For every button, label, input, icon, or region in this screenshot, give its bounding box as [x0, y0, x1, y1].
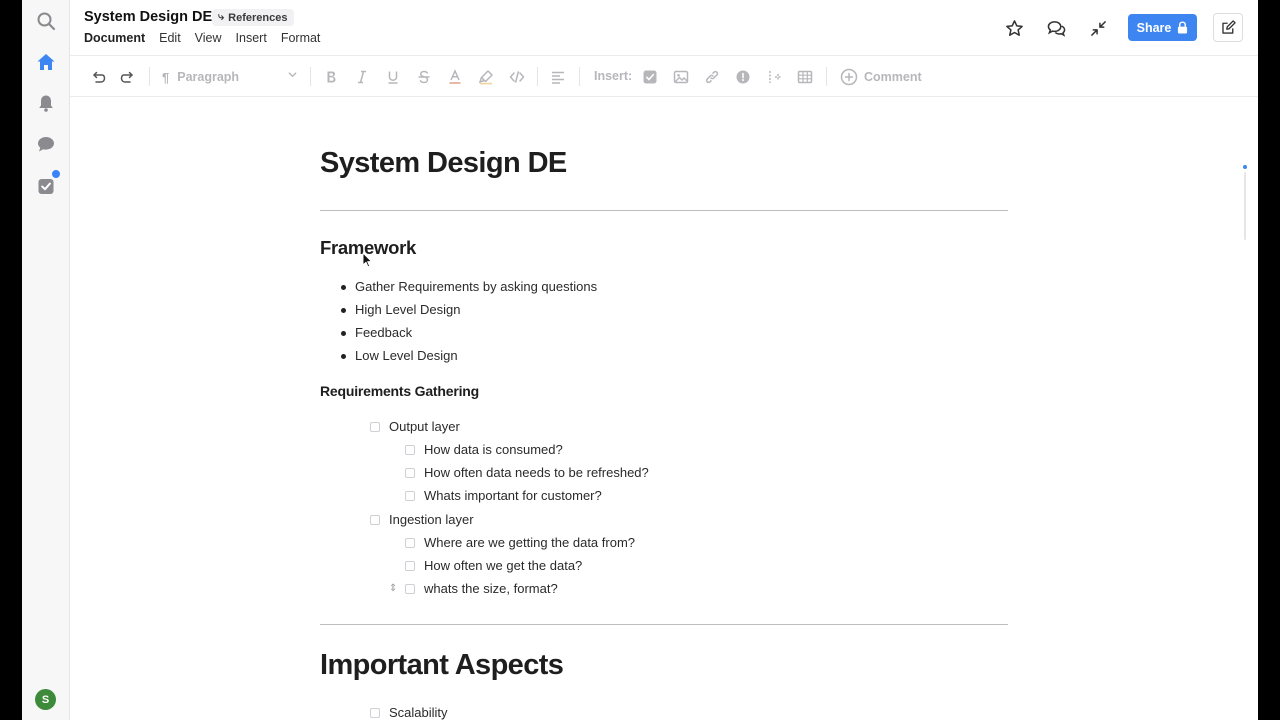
menu-edit[interactable]: Edit — [159, 31, 181, 45]
checklist-icon[interactable] — [640, 67, 660, 87]
task-checkbox[interactable] — [405, 467, 415, 478]
task-label: Where are we getting the data from? — [424, 535, 636, 550]
highlight-icon[interactable] — [476, 67, 496, 87]
table-icon[interactable] — [795, 67, 815, 87]
task-item[interactable]: Scalability — [370, 705, 448, 720]
code-icon[interactable] — [507, 67, 527, 87]
paragraph-style-select[interactable]: ¶ Paragraph — [162, 67, 300, 87]
mouse-cursor-icon — [362, 252, 372, 268]
toolbar-divider — [310, 67, 311, 86]
menu-format[interactable]: Format — [281, 31, 321, 45]
comment-label: Comment — [864, 69, 922, 84]
drag-handle-icon[interactable]: ⇕ — [389, 583, 397, 594]
task-item[interactable]: whats the size, format? — [405, 581, 558, 596]
edit-icon[interactable] — [1213, 13, 1243, 42]
task-ingestion-layer[interactable]: Ingestion layer — [370, 512, 474, 527]
chevron-down-icon — [288, 72, 297, 78]
home-icon[interactable] — [34, 50, 58, 74]
redo-icon[interactable] — [118, 67, 138, 87]
star-icon[interactable] — [1003, 17, 1025, 39]
task-checkbox[interactable] — [405, 583, 415, 594]
task-checkbox[interactable] — [405, 560, 415, 571]
italic-icon[interactable] — [352, 67, 372, 87]
lock-icon — [1178, 21, 1188, 34]
header: System Design DE ⤷ References Document E… — [70, 0, 1258, 56]
list-item[interactable]: Low Level Design — [341, 348, 458, 363]
avatar[interactable]: S — [35, 689, 56, 710]
search-icon[interactable] — [34, 9, 58, 33]
task-label: Output layer — [389, 419, 460, 434]
toolbar-divider — [826, 67, 827, 86]
text-color-icon[interactable] — [445, 67, 465, 87]
share-button[interactable]: Share — [1128, 14, 1197, 41]
doc-title[interactable]: System Design DE — [84, 9, 212, 25]
comments-icon[interactable] — [1045, 17, 1067, 39]
horizontal-rule — [320, 624, 1008, 625]
notification-badge — [50, 168, 62, 180]
divider-insert-icon[interactable] — [764, 67, 784, 87]
toolbar-divider — [537, 67, 538, 86]
toolbar-divider — [149, 67, 150, 86]
list-item[interactable]: Gather Requirements by asking questions — [340, 279, 597, 294]
underline-icon[interactable] — [383, 67, 403, 87]
references-chip[interactable]: ⤷ References — [212, 9, 294, 26]
task-checkbox[interactable] — [370, 514, 380, 525]
chat-icon[interactable] — [34, 132, 58, 156]
task-label: How data is consumed? — [424, 442, 563, 457]
task-item[interactable]: Where are we getting the data from? — [405, 535, 635, 550]
document-title[interactable]: System Design DE — [320, 147, 567, 180]
task-item[interactable]: Whats important for customer? — [405, 488, 602, 503]
menu-document[interactable]: Document — [84, 31, 145, 45]
heading-important-aspects[interactable]: Important Aspects — [320, 649, 564, 682]
add-comment-icon — [840, 68, 858, 85]
comment-button[interactable]: Comment — [840, 66, 922, 87]
task-label: How often we get the data? — [424, 558, 583, 573]
list-item[interactable]: Feedback — [340, 325, 412, 340]
tasks-icon[interactable] — [34, 168, 62, 198]
menu-view[interactable]: View — [195, 31, 222, 45]
references-label: References — [228, 11, 288, 24]
paragraph-label: Paragraph — [177, 70, 240, 84]
align-icon[interactable] — [548, 67, 568, 87]
task-checkbox[interactable] — [405, 537, 415, 548]
task-item[interactable]: How data is consumed? — [405, 442, 563, 457]
strikethrough-icon[interactable] — [414, 67, 434, 87]
task-label: Scalability — [389, 705, 448, 720]
list-item[interactable]: High Level Design — [341, 302, 461, 317]
share-label: Share — [1136, 20, 1172, 35]
heading-requirements-gathering[interactable]: Requirements Gathering — [320, 383, 479, 399]
menu-insert[interactable]: Insert — [236, 31, 267, 45]
task-checkbox[interactable] — [370, 421, 380, 432]
link-icon[interactable] — [702, 67, 722, 87]
undo-icon[interactable] — [88, 67, 108, 87]
formatting-toolbar: ¶ Paragraph Insert: Comment — [70, 56, 1258, 97]
bell-icon[interactable] — [34, 91, 58, 115]
left-rail: S — [22, 0, 70, 720]
collapse-icon[interactable] — [1087, 17, 1109, 39]
right-gutter — [1258, 0, 1280, 720]
pilcrow-icon: ¶ — [162, 69, 170, 85]
image-icon[interactable] — [671, 67, 691, 87]
left-gutter — [0, 0, 22, 720]
task-label: whats the size, format? — [424, 581, 558, 596]
task-item[interactable]: How often we get the data? — [405, 558, 582, 573]
task-item[interactable]: How often data needs to be refreshed? — [405, 465, 649, 480]
task-label: Ingestion layer — [389, 512, 474, 527]
document-body[interactable]: System Design DE Framework Gather Requir… — [70, 97, 1258, 720]
horizontal-rule — [320, 210, 1008, 211]
task-checkbox[interactable] — [405, 444, 415, 455]
menu-bar: Document Edit View Insert Format — [84, 31, 320, 45]
bold-icon[interactable] — [321, 67, 341, 87]
task-label: How often data needs to be refreshed? — [424, 465, 649, 480]
mention-icon[interactable] — [733, 67, 753, 87]
task-checkbox[interactable] — [405, 490, 415, 501]
task-checkbox[interactable] — [370, 707, 380, 718]
insert-label: Insert: — [594, 69, 633, 83]
scroll-position-indicator — [1243, 165, 1247, 169]
toolbar-divider — [579, 67, 580, 86]
scrollbar[interactable] — [1244, 172, 1246, 240]
task-label: Whats important for customer? — [424, 488, 602, 503]
reference-arrow-icon: ⤷ — [218, 11, 225, 23]
task-output-layer[interactable]: Output layer — [370, 419, 460, 434]
